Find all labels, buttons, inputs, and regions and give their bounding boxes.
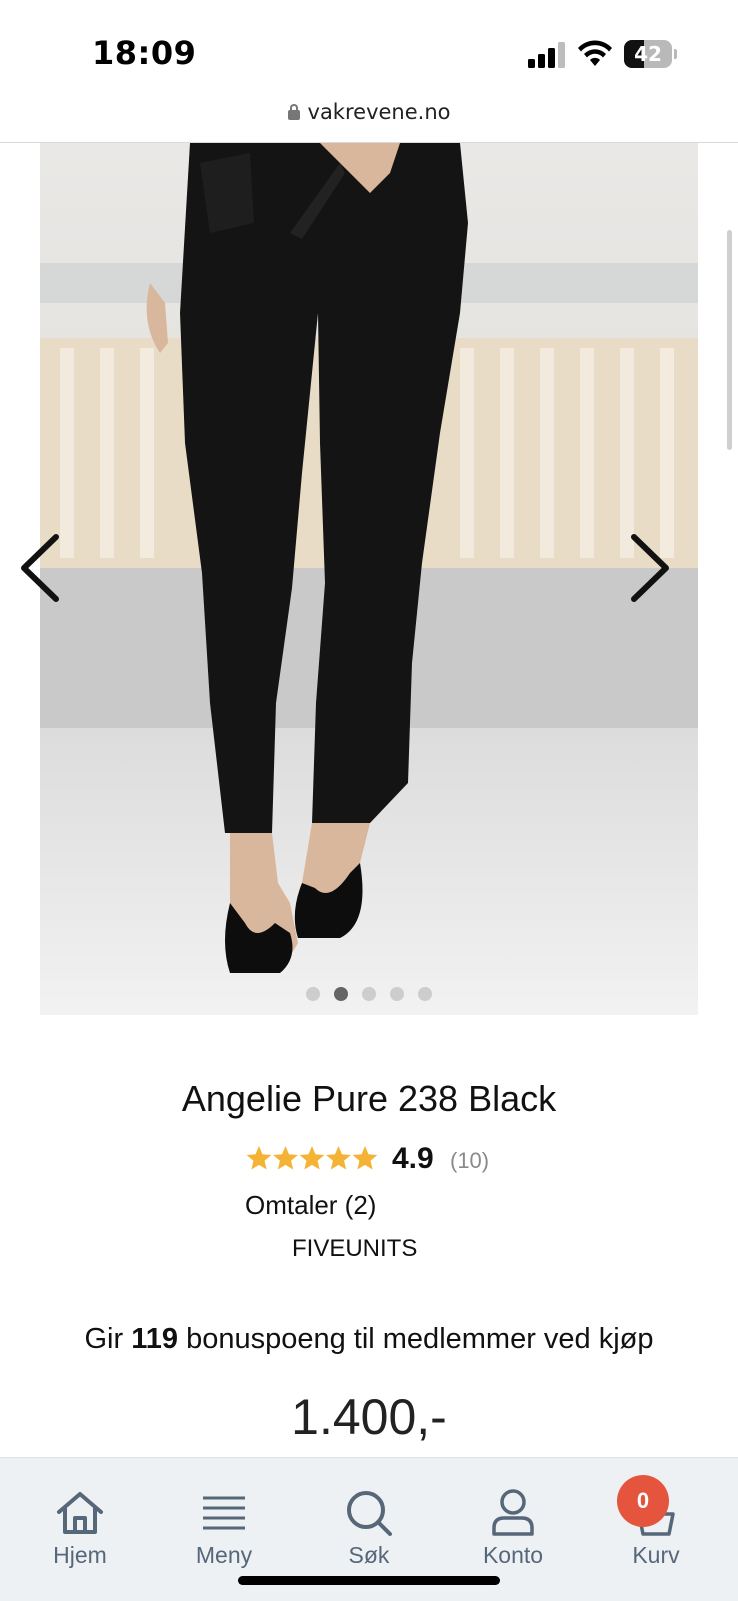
brand-link[interactable]: FIVEUNITS [292, 1235, 417, 1263]
wifi-icon [578, 40, 612, 66]
status-time: 18:09 [92, 34, 197, 72]
lock-icon [287, 104, 300, 120]
carousel-dot[interactable] [390, 987, 404, 1001]
search-icon [347, 1491, 392, 1536]
chevron-right-icon[interactable] [620, 523, 680, 613]
battery-level: 42 [634, 42, 662, 66]
nav-label-menu: Meny [195, 1542, 253, 1568]
battery-icon: 42 [624, 40, 677, 68]
nav-label-home: Hjem [53, 1542, 107, 1568]
star-icon [299, 1146, 325, 1170]
reviews-link[interactable]: Omtaler (2) [245, 1190, 376, 1221]
chevron-left-icon[interactable] [10, 523, 70, 613]
rating-row[interactable]: 4.9 (10) [246, 1142, 546, 1178]
nav-label-account: Konto [482, 1542, 544, 1568]
product-title: Angelie Pure 238 Black [181, 1078, 557, 1119]
account-icon [492, 1489, 534, 1536]
nav-item-home[interactable]: Hjem [20, 1488, 140, 1569]
carousel-dots [0, 986, 738, 1006]
rating-value: 4.9 [392, 1142, 434, 1175]
scrollbar[interactable] [727, 230, 732, 450]
bonus-points-text: Gir 119 bonuspoeng til medlemmer ved kjø… [0, 1323, 738, 1356]
star-icon [352, 1146, 378, 1170]
browser-url-bar[interactable]: vakrevene.no [0, 96, 738, 143]
nav-item-menu[interactable]: Meny [164, 1488, 284, 1569]
cart-count-badge[interactable]: 0 [617, 1475, 669, 1527]
home-icon [57, 1492, 103, 1534]
star-rating-icon [246, 1146, 378, 1170]
nav-label-search: Søk [348, 1542, 390, 1568]
star-icon [246, 1146, 272, 1170]
status-bar: 18:09 42 [0, 0, 738, 100]
star-icon [273, 1146, 298, 1170]
bonus-prefix: Gir [84, 1323, 124, 1355]
carousel-dot-active[interactable] [334, 987, 348, 1001]
nav-item-account[interactable]: Konto [453, 1488, 573, 1569]
menu-icon [203, 1496, 245, 1530]
carousel-dot[interactable] [362, 987, 376, 1001]
home-indicator[interactable] [238, 1576, 500, 1585]
star-icon [326, 1146, 351, 1170]
product-image[interactable] [40, 143, 698, 1015]
url-text: vakrevene.no [307, 100, 451, 124]
rating-count: (10) [450, 1148, 490, 1173]
signal-icon [528, 42, 565, 68]
carousel-dot[interactable] [418, 987, 432, 1001]
carousel-dot[interactable] [306, 987, 320, 1001]
product-price: 1.400,- [291, 1389, 447, 1445]
bonus-suffix: bonuspoeng til medlemmer ved kjøp [186, 1323, 654, 1355]
product-image-gallery[interactable] [0, 143, 738, 1015]
nav-item-search[interactable]: Søk [309, 1488, 429, 1569]
nav-label-cart: Kurv [632, 1542, 680, 1568]
bonus-points: 119 [131, 1323, 178, 1355]
